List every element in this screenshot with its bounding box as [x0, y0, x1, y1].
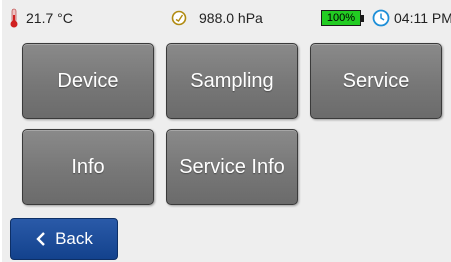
- time-indicator: 04:11 PM: [372, 0, 451, 36]
- pressure-value: 988.0 hPa: [199, 10, 263, 26]
- thermometer-icon: [10, 8, 18, 28]
- temperature-indicator: 21.7 °C: [6, 0, 73, 36]
- temperature-value: 21.7 °C: [26, 10, 73, 26]
- pressure-indicator: 988.0 hPa: [171, 0, 263, 36]
- status-bar: 21.7 °C 988.0 hPa 100% 04:11 PM: [2, 0, 451, 36]
- back-button[interactable]: Back: [10, 218, 118, 260]
- info-button[interactable]: Info: [22, 129, 154, 205]
- battery-percent: 100%: [321, 10, 361, 26]
- battery-tip: [361, 14, 364, 22]
- clock-icon: [372, 9, 390, 27]
- service-info-label: Service Info: [179, 155, 285, 178]
- screen: 21.7 °C 988.0 hPa 100% 04:11 PM Device S…: [2, 0, 451, 262]
- service-info-button[interactable]: Service Info: [166, 129, 298, 205]
- sampling-button[interactable]: Sampling: [166, 43, 298, 119]
- info-label: Info: [71, 155, 105, 178]
- back-label: Back: [55, 229, 93, 248]
- service-label: Service: [342, 69, 410, 92]
- device-label: Device: [57, 69, 119, 92]
- gauge-icon: [171, 10, 187, 26]
- battery-icon: 100%: [321, 10, 364, 26]
- device-button[interactable]: Device: [22, 43, 154, 119]
- time-value: 04:11 PM: [394, 10, 451, 26]
- sampling-label: Sampling: [190, 69, 274, 92]
- chevron-left-icon: [36, 232, 45, 246]
- battery-indicator: 100%: [321, 0, 364, 36]
- service-button[interactable]: Service: [310, 43, 442, 119]
